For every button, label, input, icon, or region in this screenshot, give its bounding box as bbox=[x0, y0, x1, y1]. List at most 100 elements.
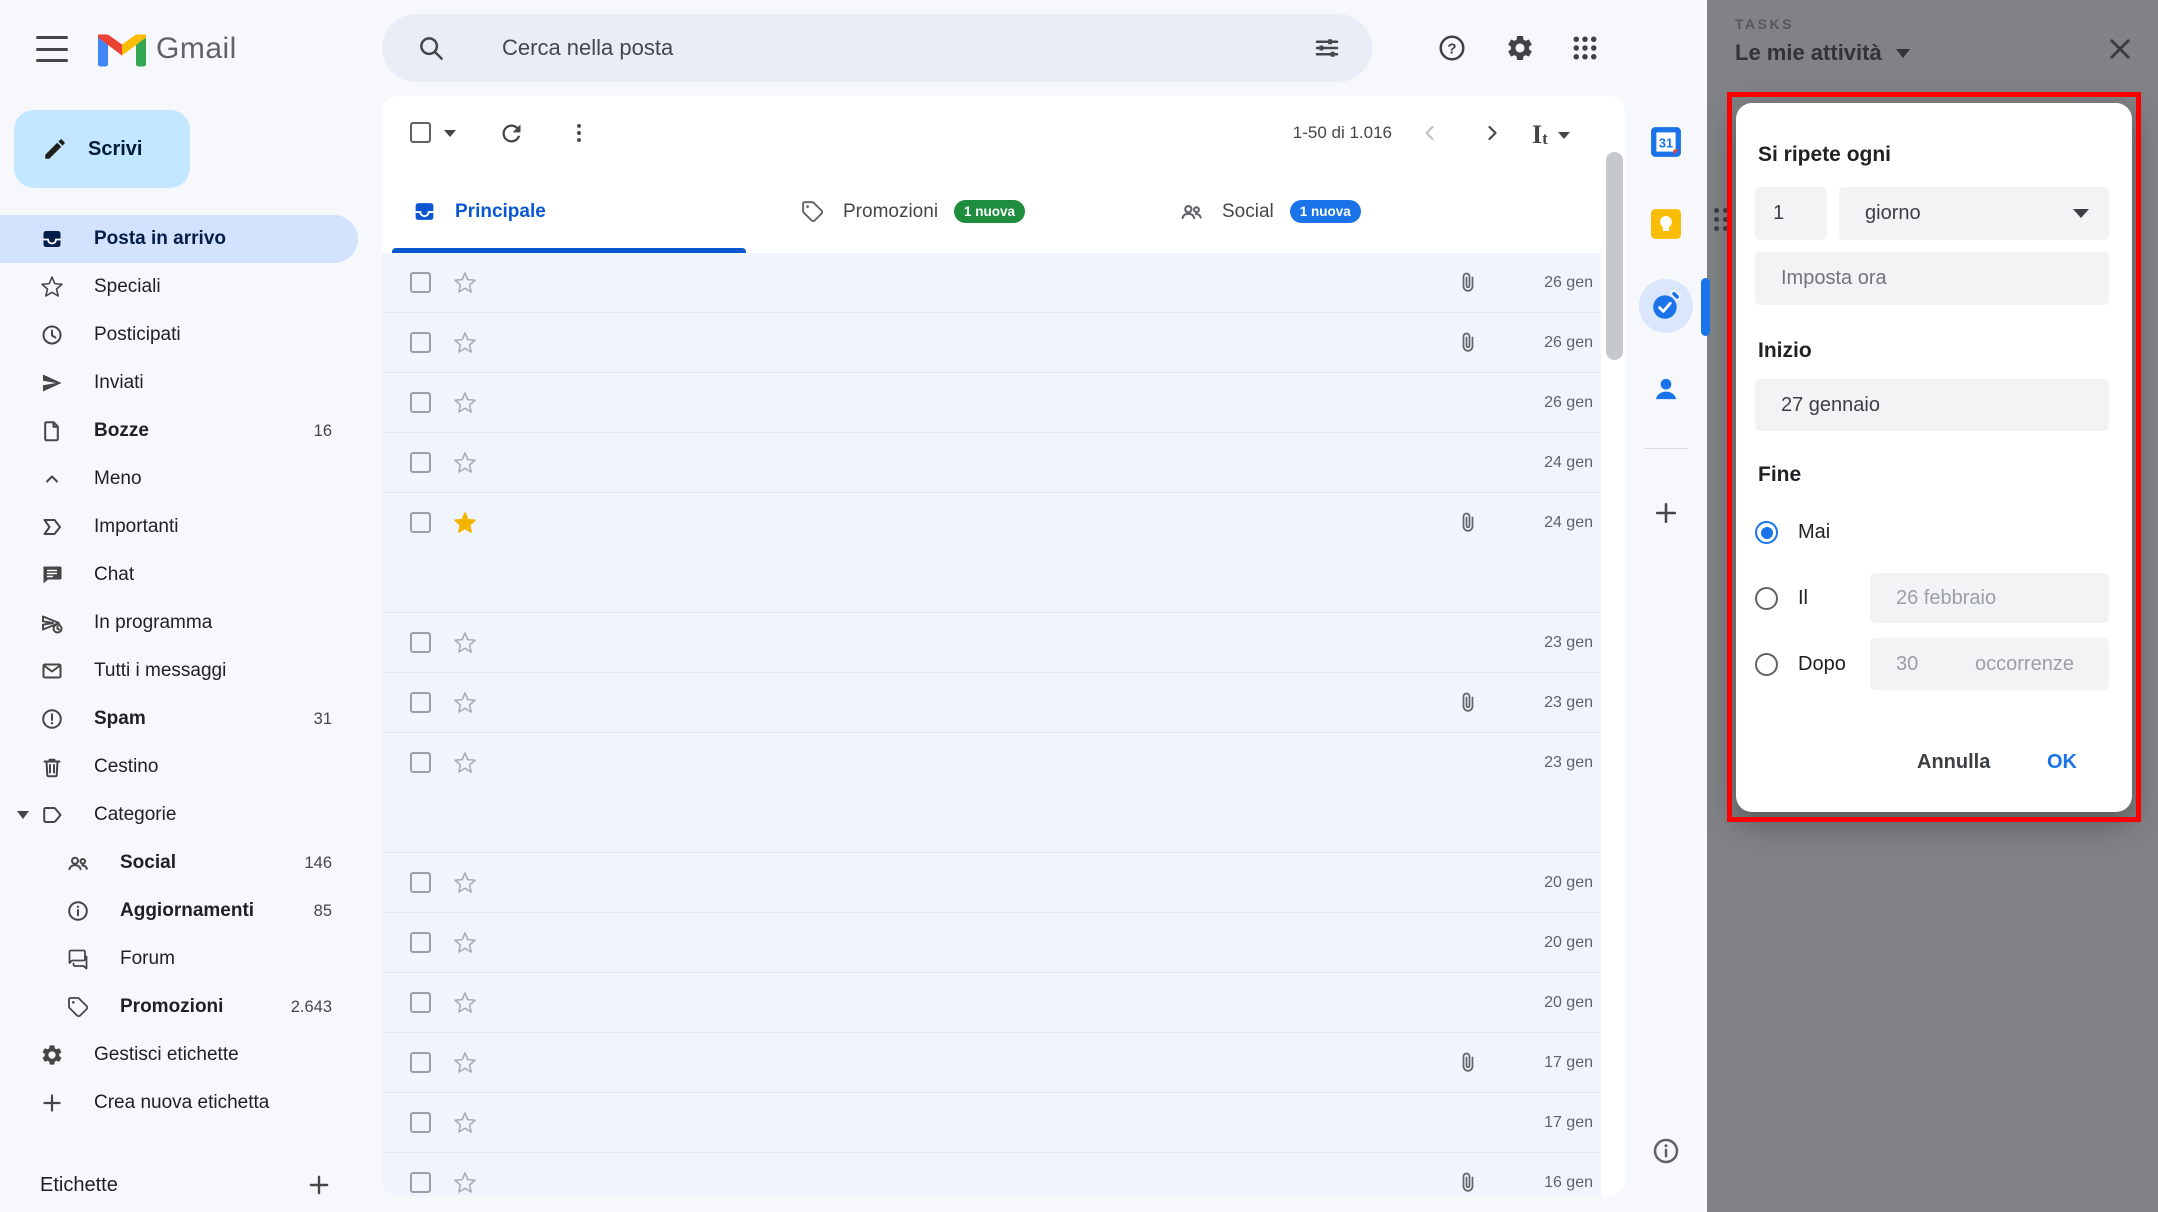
end-after-radio[interactable] bbox=[1755, 653, 1778, 676]
google-apps-icon[interactable] bbox=[1570, 33, 1600, 63]
email-row[interactable]: 26 gen bbox=[382, 313, 1601, 373]
row-checkbox[interactable] bbox=[410, 452, 431, 473]
scrollbar-thumb[interactable] bbox=[1606, 152, 1623, 360]
settings-icon[interactable] bbox=[1505, 33, 1535, 63]
sidebar-item-forum[interactable]: Forum bbox=[0, 935, 358, 983]
end-date-input[interactable]: 26 febbraio bbox=[1870, 573, 2109, 623]
row-checkbox[interactable] bbox=[410, 992, 431, 1013]
search-filter-icon[interactable] bbox=[1312, 33, 1342, 63]
sidebar-item-categorie[interactable]: Categorie bbox=[0, 791, 358, 839]
select-all-checkbox[interactable] bbox=[410, 122, 431, 143]
tasks-list-selector[interactable]: Le mie attività bbox=[1735, 40, 1910, 66]
row-checkbox[interactable] bbox=[410, 692, 431, 713]
star-icon[interactable] bbox=[453, 751, 477, 775]
calendar-button[interactable]: 31 bbox=[1625, 126, 1707, 158]
sidebar-item-in-programma[interactable]: In programma bbox=[0, 599, 358, 647]
sidebar-item-aggiornamenti[interactable]: Aggiornamenti85 bbox=[0, 887, 358, 935]
row-checkbox[interactable] bbox=[410, 872, 431, 893]
frequency-select[interactable]: giorno bbox=[1839, 187, 2109, 240]
email-row[interactable]: 20 gen bbox=[382, 973, 1601, 1033]
expander-icon[interactable] bbox=[17, 811, 29, 819]
compose-button[interactable]: Scrivi bbox=[14, 110, 190, 188]
set-time-input[interactable]: Imposta ora bbox=[1755, 252, 2109, 305]
sidebar-item-bozze[interactable]: Bozze16 bbox=[0, 407, 358, 455]
close-icon[interactable] bbox=[2105, 34, 2135, 64]
tab-principale[interactable]: Principale bbox=[412, 170, 546, 253]
create-label-icon[interactable] bbox=[306, 1172, 332, 1198]
email-row[interactable]: 17 gen bbox=[382, 1033, 1601, 1093]
get-addons-button[interactable] bbox=[1625, 499, 1707, 527]
email-row[interactable]: 23 gen bbox=[382, 733, 1601, 793]
search-bar[interactable] bbox=[382, 14, 1372, 82]
star-icon[interactable] bbox=[453, 691, 477, 715]
email-row[interactable]: 24 gen bbox=[382, 433, 1601, 493]
sidebar-item-social[interactable]: Social146 bbox=[0, 839, 358, 887]
panel-drag-handle[interactable] bbox=[1714, 208, 1728, 236]
newer-page-icon[interactable] bbox=[1418, 121, 1442, 145]
search-input[interactable] bbox=[502, 35, 1312, 61]
star-icon[interactable] bbox=[453, 271, 477, 295]
email-row[interactable]: 16 gen bbox=[382, 1153, 1601, 1196]
star-icon[interactable] bbox=[453, 511, 477, 535]
tasks-button[interactable] bbox=[1639, 279, 1693, 333]
interval-input[interactable]: 1 bbox=[1755, 187, 1827, 240]
start-date-input[interactable]: 27 gennaio bbox=[1755, 379, 2109, 431]
sidebar-item-importanti[interactable]: Importanti bbox=[0, 503, 358, 551]
star-icon[interactable] bbox=[453, 631, 477, 655]
row-checkbox[interactable] bbox=[410, 332, 431, 353]
sidebar-item-chat[interactable]: Chat bbox=[0, 551, 358, 599]
star-icon[interactable] bbox=[453, 1051, 477, 1075]
row-checkbox[interactable] bbox=[410, 272, 431, 293]
help-icon[interactable]: ? bbox=[1437, 33, 1467, 63]
row-checkbox[interactable] bbox=[410, 392, 431, 413]
star-icon[interactable] bbox=[453, 1171, 477, 1195]
star-icon[interactable] bbox=[453, 1111, 477, 1135]
sidebar-item-posta-in-arrivo[interactable]: Posta in arrivo bbox=[0, 215, 358, 263]
sidebar-item-promozioni[interactable]: Promozioni2.643 bbox=[0, 983, 358, 1031]
sidebar-item-crea-nuova-etichetta[interactable]: Crea nuova etichetta bbox=[0, 1079, 358, 1127]
row-checkbox[interactable] bbox=[410, 512, 431, 533]
email-row[interactable]: 23 gen bbox=[382, 673, 1601, 733]
sidebar-item-gestisci-etichette[interactable]: Gestisci etichette bbox=[0, 1031, 358, 1079]
row-checkbox[interactable] bbox=[410, 932, 431, 953]
star-icon[interactable] bbox=[453, 391, 477, 415]
email-row[interactable]: 17 gen bbox=[382, 1093, 1601, 1153]
contacts-button[interactable] bbox=[1625, 373, 1707, 405]
star-icon[interactable] bbox=[453, 991, 477, 1015]
panel-resize-bar[interactable] bbox=[1701, 278, 1710, 336]
search-icon[interactable] bbox=[416, 33, 446, 63]
sidebar-item-tutti-i-messaggi[interactable]: Tutti i messaggi bbox=[0, 647, 358, 695]
sidebar-item-spam[interactable]: Spam31 bbox=[0, 695, 358, 743]
email-row[interactable]: 26 gen bbox=[382, 253, 1601, 313]
sidebar-item-inviati[interactable]: Inviati bbox=[0, 359, 358, 407]
email-row[interactable]: 26 gen bbox=[382, 373, 1601, 433]
sidebar-item-cestino[interactable]: Cestino bbox=[0, 743, 358, 791]
side-panel-info-button[interactable] bbox=[1625, 1136, 1707, 1166]
row-checkbox[interactable] bbox=[410, 1112, 431, 1133]
row-checkbox[interactable] bbox=[410, 632, 431, 653]
star-icon[interactable] bbox=[453, 931, 477, 955]
star-icon[interactable] bbox=[453, 331, 477, 355]
row-checkbox[interactable] bbox=[410, 1172, 431, 1193]
sidebar-item-posticipati[interactable]: Posticipati bbox=[0, 311, 358, 359]
email-row[interactable]: 23 gen bbox=[382, 613, 1601, 673]
main-menu-button[interactable] bbox=[36, 36, 68, 62]
input-tools-button[interactable]: I t bbox=[1532, 120, 1570, 150]
sidebar-item-speciali[interactable]: Speciali bbox=[0, 263, 358, 311]
end-never-radio[interactable] bbox=[1755, 521, 1778, 544]
email-row[interactable]: 20 gen bbox=[382, 853, 1601, 913]
cancel-button[interactable]: Annulla bbox=[1917, 751, 1990, 774]
star-icon[interactable] bbox=[453, 871, 477, 895]
sidebar-item-meno[interactable]: Meno bbox=[0, 455, 358, 503]
email-row[interactable]: 20 gen bbox=[382, 913, 1601, 973]
tab-social[interactable]: Social 1 nuova bbox=[1179, 170, 1361, 253]
row-checkbox[interactable] bbox=[410, 752, 431, 773]
ok-button[interactable]: OK bbox=[2047, 751, 2077, 774]
keep-button[interactable] bbox=[1625, 208, 1707, 240]
more-options-icon[interactable] bbox=[566, 120, 592, 146]
end-on-date-radio[interactable] bbox=[1755, 587, 1778, 610]
gmail-logo[interactable]: Gmail bbox=[98, 30, 237, 67]
occurrences-input[interactable]: 30 occorrenze bbox=[1870, 638, 2109, 690]
older-page-icon[interactable] bbox=[1480, 121, 1504, 145]
refresh-icon[interactable] bbox=[498, 120, 525, 147]
